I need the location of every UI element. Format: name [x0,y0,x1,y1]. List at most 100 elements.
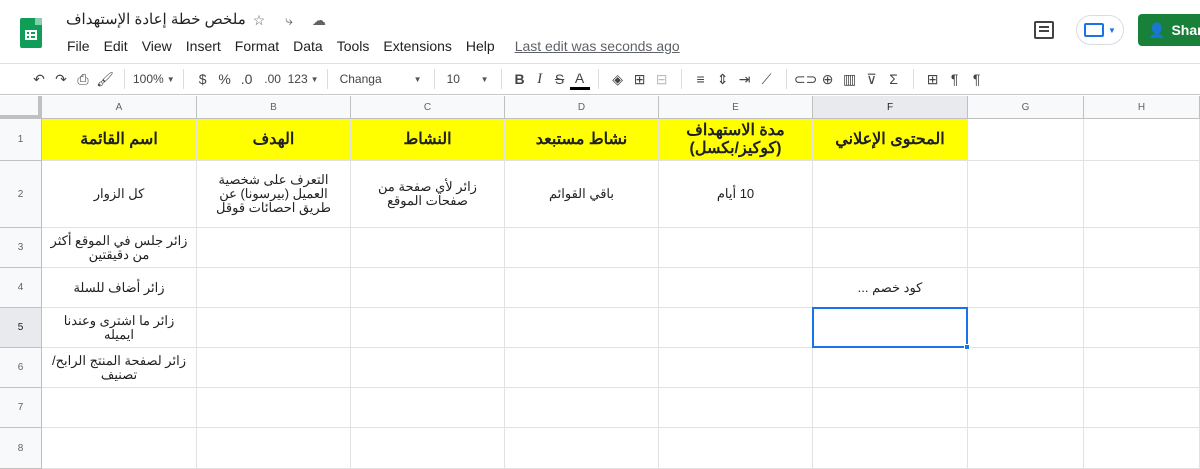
cell-g4[interactable] [968,268,1084,308]
column-header-d[interactable]: D [505,96,659,119]
star-icon[interactable]: ☆ [250,11,268,29]
cell-b2[interactable]: التعرف على شخصية العميل (بيرسونا) عن طري… [197,161,351,228]
row-header-5[interactable]: 5 [0,308,42,348]
cell-e4[interactable] [659,268,813,308]
cell-a1[interactable]: اسم القائمة [42,119,197,161]
column-header-a[interactable]: A [42,96,197,119]
cell-g2[interactable] [968,161,1084,228]
cell-e5[interactable] [659,308,813,348]
insert-comment-icon[interactable]: ⊕ [817,67,839,91]
fill-handle[interactable] [964,344,970,350]
cell-h8[interactable] [1084,428,1200,469]
decrease-decimal-button[interactable]: .0 [236,67,258,91]
horizontal-align-icon[interactable]: ≡ [690,67,712,91]
cell-f6[interactable] [813,348,968,388]
cell-b1[interactable]: الهدف [197,119,351,161]
cell-d4[interactable] [505,268,659,308]
comment-history-icon[interactable] [1034,21,1054,39]
cell-f7[interactable] [813,388,968,428]
merge-cells-icon[interactable]: ⊟ [651,67,673,91]
select-all-corner[interactable] [0,96,42,119]
move-icon[interactable]: ⤷ [280,11,298,29]
borders-icon[interactable]: ⊞ [629,67,651,91]
cell-a8[interactable] [42,428,197,469]
cell-c4[interactable] [351,268,505,308]
cell-b8[interactable] [197,428,351,469]
strikethrough-button[interactable]: S [550,67,570,91]
cell-c7[interactable] [351,388,505,428]
cell-f2[interactable] [813,161,968,228]
sheets-logo-icon[interactable] [20,18,42,48]
cell-e2[interactable]: 10 أيام [659,161,813,228]
cell-b4[interactable] [197,268,351,308]
share-button[interactable]: 👤 Share [1138,14,1200,46]
menu-edit[interactable]: Edit [97,37,135,55]
cell-g6[interactable] [968,348,1084,388]
paint-format-icon[interactable]: 🖌 [94,67,116,91]
ltr-direction-icon[interactable]: ¶ [944,67,966,91]
cell-e3[interactable] [659,228,813,268]
cell-c2[interactable]: زائر لأي صفحة من صفحات الموقع [351,161,505,228]
cell-b7[interactable] [197,388,351,428]
column-header-g[interactable]: G [968,96,1084,119]
last-edit-link[interactable]: Last edit was seconds ago [508,37,687,55]
cell-d5[interactable] [505,308,659,348]
text-rotation-icon[interactable]: ⟋ [756,67,778,91]
rtl-direction-icon[interactable]: ¶ [966,67,988,91]
menu-extensions[interactable]: Extensions [376,37,458,55]
cell-c8[interactable] [351,428,505,469]
cell-h5[interactable] [1084,308,1200,348]
cell-g1[interactable] [968,119,1084,161]
cell-e1[interactable]: مدة الاستهداف (كوكيز/بكسل) [659,119,813,161]
italic-button[interactable]: I [530,67,550,91]
font-size-select[interactable]: 10 ▼ [443,67,493,91]
cell-h4[interactable] [1084,268,1200,308]
cell-c5[interactable] [351,308,505,348]
input-tools-icon[interactable]: ⊞ [922,67,944,91]
row-header-8[interactable]: 8 [0,428,42,469]
cell-f1[interactable]: المحتوى الإعلاني [813,119,968,161]
text-color-button[interactable]: A [569,68,590,90]
text-wrap-icon[interactable]: ⇥ [734,67,756,91]
cell-h1[interactable] [1084,119,1200,161]
column-header-b[interactable]: B [197,96,351,119]
cell-d3[interactable] [505,228,659,268]
cell-c3[interactable] [351,228,505,268]
cell-e8[interactable] [659,428,813,469]
menu-tools[interactable]: Tools [330,37,377,55]
document-title[interactable]: ملخص خطة إعادة الإستهداف [66,10,246,28]
cell-f8[interactable] [813,428,968,469]
cell-d2[interactable]: باقي القوائم [505,161,659,228]
cell-c1[interactable]: النشاط [351,119,505,161]
column-header-f[interactable]: F [813,96,968,119]
functions-icon[interactable]: Σ [883,67,905,91]
cell-g7[interactable] [968,388,1084,428]
cell-d6[interactable] [505,348,659,388]
row-header-2[interactable]: 2 [0,161,42,228]
vertical-align-icon[interactable]: ⇕ [712,67,734,91]
insert-link-icon[interactable]: ⊂⊃ [794,67,817,91]
filter-icon[interactable]: ⊽ [861,67,883,91]
cell-h3[interactable] [1084,228,1200,268]
cell-g3[interactable] [968,228,1084,268]
cell-h6[interactable] [1084,348,1200,388]
cell-a3[interactable]: زائر جلس في الموقع أكثر من دقيقتين [42,228,197,268]
menu-data[interactable]: Data [286,37,330,55]
cloud-status-icon[interactable]: ☁ [310,11,328,29]
cell-h2[interactable] [1084,161,1200,228]
menu-format[interactable]: Format [228,37,286,55]
currency-format-button[interactable]: $ [192,67,214,91]
menu-insert[interactable]: Insert [179,37,228,55]
cell-h7[interactable] [1084,388,1200,428]
zoom-select[interactable]: 100% ▼ [133,67,175,91]
row-header-6[interactable]: 6 [0,348,42,388]
undo-icon[interactable]: ↶ [28,67,50,91]
cell-e6[interactable] [659,348,813,388]
cell-g5[interactable] [968,308,1084,348]
bold-button[interactable]: B [510,67,530,91]
font-family-select[interactable]: Changa ▼ [336,67,426,91]
cell-a7[interactable] [42,388,197,428]
cell-g8[interactable] [968,428,1084,469]
cell-a6[interactable]: زائر لصفحة المنتج الرابح/ تصنيف [42,348,197,388]
cell-c6[interactable] [351,348,505,388]
